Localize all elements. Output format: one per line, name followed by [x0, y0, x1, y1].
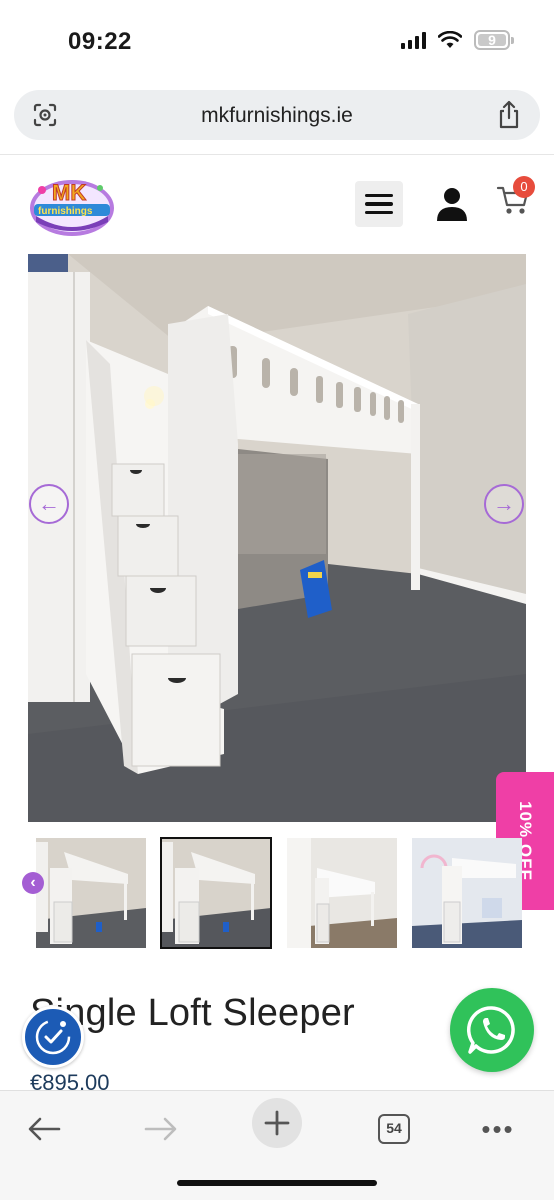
site-logo[interactable]: MK furnishings: [28, 168, 116, 238]
thumbnail-prev-button[interactable]: ‹: [22, 872, 44, 894]
menu-button[interactable]: [355, 181, 403, 227]
whatsapp-chat-button[interactable]: [450, 988, 534, 1072]
product-hero-image[interactable]: [28, 254, 526, 822]
back-arrow-icon[interactable]: [20, 1105, 68, 1153]
home-indicator: [177, 1180, 377, 1186]
gallery-prev-button[interactable]: ←: [29, 484, 69, 524]
more-icon[interactable]: •••: [474, 1105, 522, 1153]
svg-text:MK: MK: [52, 180, 86, 205]
tabs-count: 54: [378, 1114, 410, 1144]
share-icon[interactable]: [496, 100, 522, 130]
page: 09:22 9 mkfurnishings.ie MK furnishings …: [0, 0, 554, 1200]
divider: [0, 154, 554, 155]
accessibility-badge-icon[interactable]: [22, 1006, 84, 1068]
status-bar: 09:22 9: [0, 0, 554, 84]
battery-icon: 9: [474, 30, 514, 50]
gallery-next-button[interactable]: →: [484, 484, 524, 524]
signal-icon: [401, 31, 426, 49]
cart-count-badge: 0: [513, 176, 535, 198]
thumbnail[interactable]: [287, 838, 397, 948]
tabs-icon[interactable]: 54: [370, 1105, 418, 1153]
battery-level: 9: [488, 32, 496, 48]
svg-text:furnishings: furnishings: [38, 206, 93, 217]
address-bar[interactable]: mkfurnishings.ie: [14, 90, 540, 140]
status-time: 09:22: [68, 28, 132, 55]
user-icon[interactable]: [434, 186, 470, 222]
forward-arrow-icon[interactable]: [137, 1105, 185, 1153]
thumbnail[interactable]: [412, 838, 522, 948]
thumbnail-active[interactable]: [160, 837, 272, 949]
new-tab-icon[interactable]: [252, 1098, 302, 1148]
thumbnail-strip: [0, 837, 554, 949]
status-icons: 9: [401, 30, 514, 50]
thumbnail[interactable]: [36, 838, 146, 948]
wifi-icon: [438, 31, 462, 48]
address-text[interactable]: mkfurnishings.ie: [14, 104, 540, 128]
